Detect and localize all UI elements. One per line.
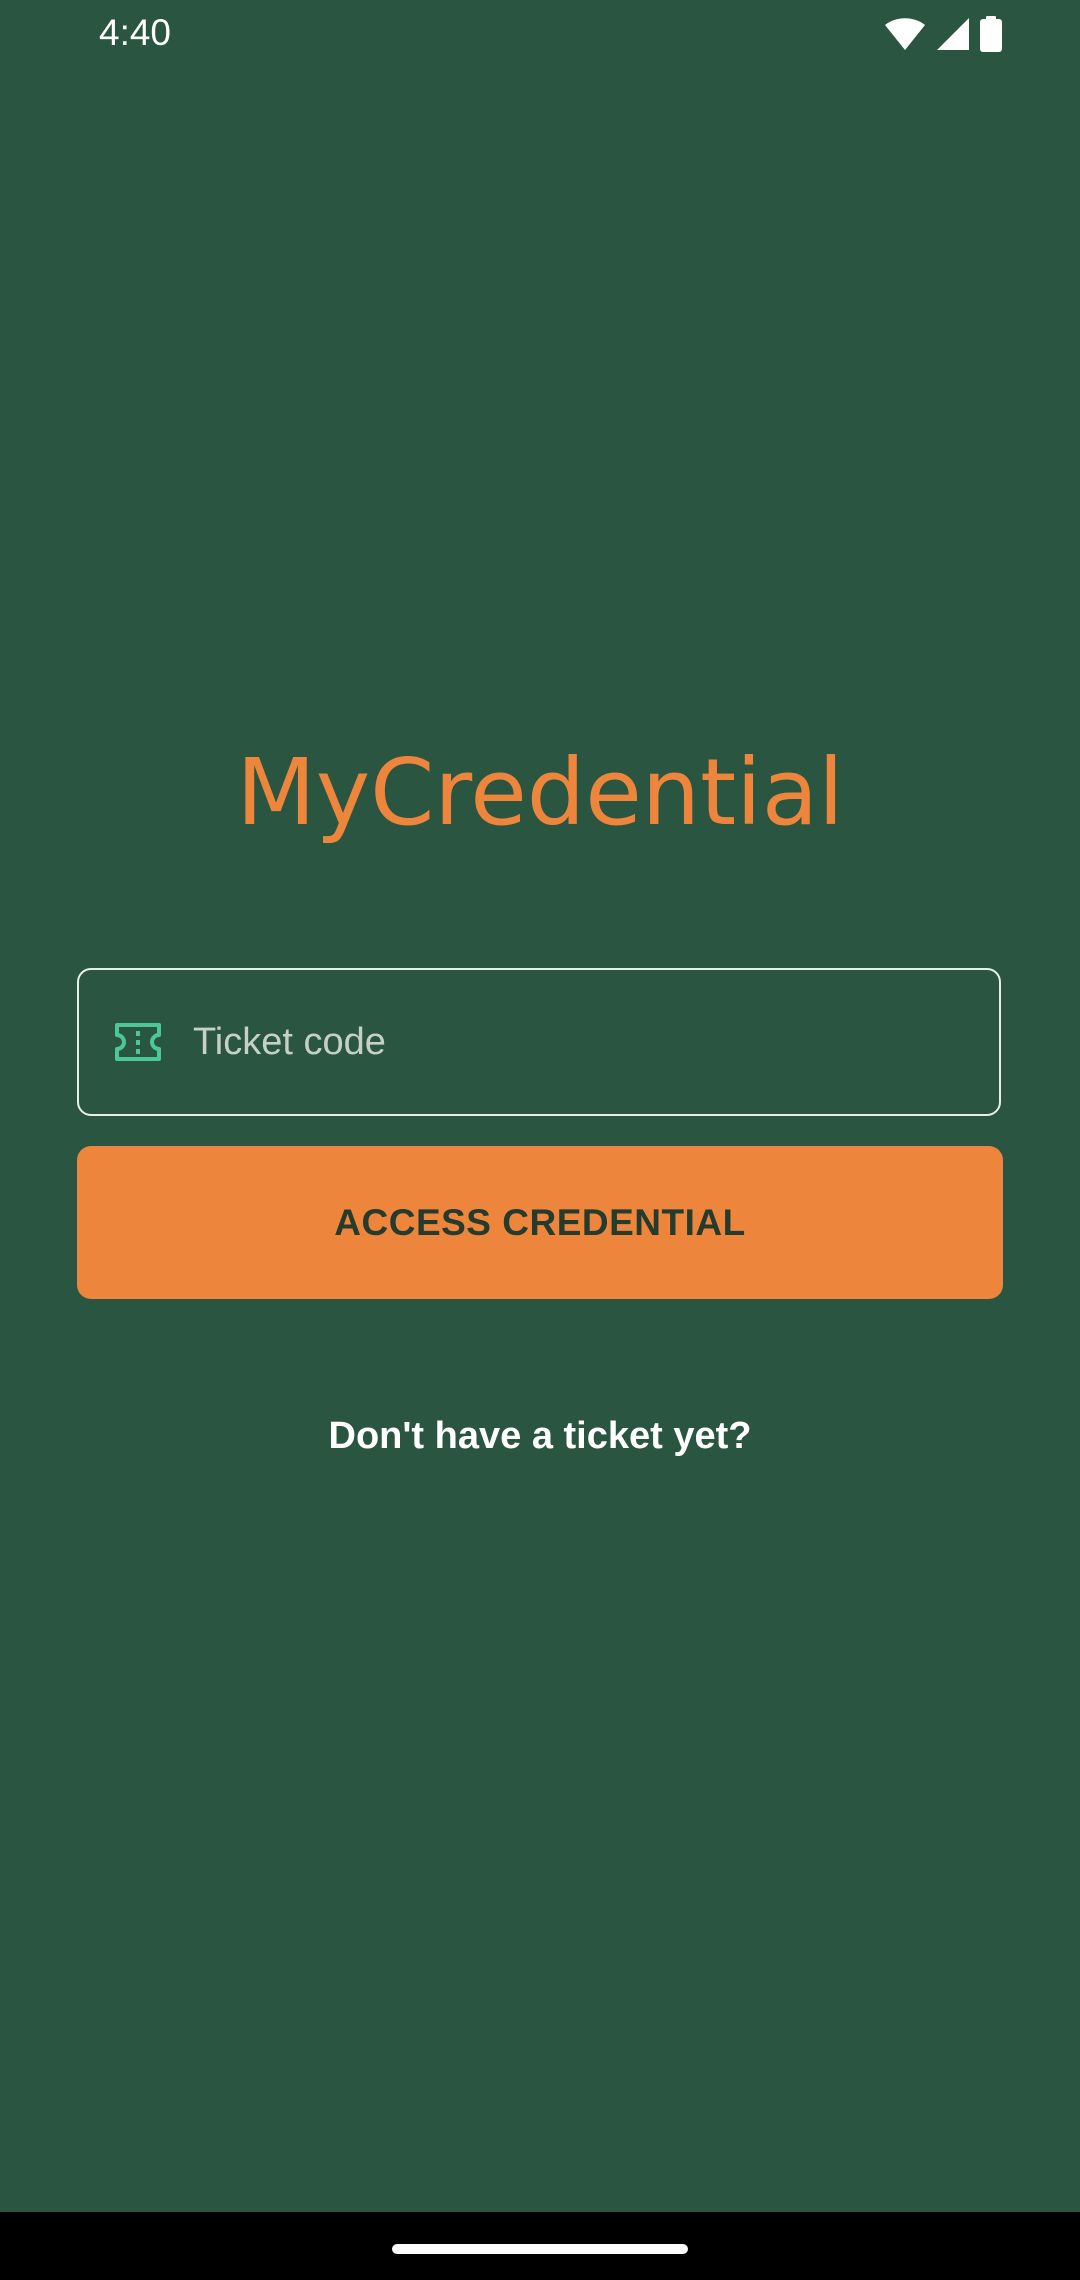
- ticket-icon: [113, 1022, 163, 1062]
- status-icons: [884, 16, 1002, 52]
- navigation-bar: [0, 2212, 1080, 2280]
- home-indicator[interactable]: [392, 2244, 688, 2254]
- cellular-signal-icon: [936, 17, 970, 51]
- ticket-code-field[interactable]: [77, 968, 1001, 1116]
- ticket-code-input[interactable]: [193, 970, 973, 1114]
- status-bar: 4:40: [0, 0, 1080, 66]
- status-time: 4:40: [99, 12, 172, 53]
- wifi-icon: [884, 17, 926, 51]
- app-title: MyCredential: [236, 739, 844, 846]
- battery-icon: [980, 16, 1002, 52]
- app-screen: 4:40 MyCredential Ticket code ACCESS CRE…: [0, 0, 1080, 2280]
- no-ticket-link[interactable]: Don't have a ticket yet?: [0, 1408, 1080, 1464]
- access-credential-button[interactable]: ACCESS CREDENTIAL: [77, 1146, 1003, 1299]
